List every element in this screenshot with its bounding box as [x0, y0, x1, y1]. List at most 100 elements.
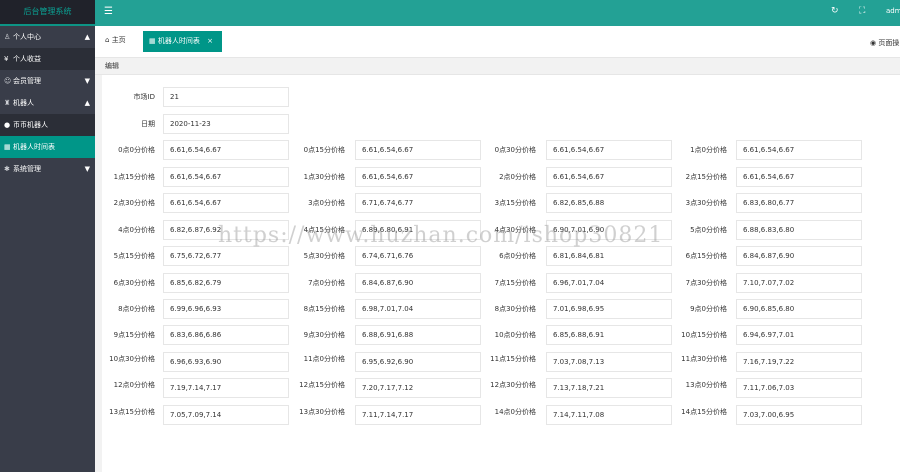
home-icon: ⌂: [105, 36, 110, 44]
price-input[interactable]: 6.90,7.01,6.90: [546, 220, 672, 240]
price-input[interactable]: 6.61,6.54,6.67: [546, 140, 672, 160]
chevron-icon: ▲: [84, 33, 90, 41]
sidebar-item-0-0[interactable]: ¥ 个人收益: [0, 48, 95, 70]
market-id-input[interactable]: 21: [163, 87, 289, 107]
price-input[interactable]: 6.96,7.01,7.04: [546, 273, 672, 293]
tab-label: 机器人时间表: [157, 37, 200, 45]
price-label: 6点0分价格: [499, 252, 536, 260]
menu-toggle-icon[interactable]: ☰: [104, 6, 113, 18]
price-input[interactable]: 6.61,6.54,6.67: [355, 167, 481, 187]
price-input[interactable]: 6.71,6.74,6.77: [355, 193, 481, 213]
price-input[interactable]: 6.61,6.54,6.67: [163, 167, 289, 187]
price-input[interactable]: 6.85,6.82,6.79: [163, 273, 289, 293]
price-input[interactable]: 6.82,6.87,6.92: [163, 220, 289, 240]
price-input[interactable]: 6.61,6.54,6.67: [163, 193, 289, 213]
price-label: 0点0分价格: [118, 146, 155, 154]
page-op-label: 页面操: [878, 39, 900, 47]
close-icon[interactable]: ×: [207, 37, 213, 45]
robot-icon: ♜: [4, 99, 11, 107]
date-input[interactable]: 2020-11-23: [163, 114, 289, 134]
price-label: 11点30分价格: [681, 355, 727, 363]
yen-icon: ¥: [4, 55, 9, 63]
tab-home[interactable]: ⌂ 主页: [105, 35, 126, 45]
price-input[interactable]: 6.90,6.85,6.80: [736, 299, 862, 319]
price-input[interactable]: 6.74,6.71,6.76: [355, 246, 481, 266]
tab-robot-schedule[interactable]: ▦ 机器人时间表 ×: [143, 31, 222, 52]
price-label: 1点0分价格: [690, 146, 727, 154]
market-id-label: 市场ID: [133, 93, 155, 101]
price-input[interactable]: 6.81,6.84,6.81: [546, 246, 672, 266]
fullscreen-icon[interactable]: ⛶: [859, 6, 865, 16]
edit-form: 市场ID 21 日期 2020-11-23 0点0分价格 6.61,6.54,6.…: [102, 75, 900, 472]
tab-home-label: 主页: [111, 36, 126, 44]
price-input[interactable]: 6.82,6.85,6.88: [546, 193, 672, 213]
price-input[interactable]: 6.96,6.93,6.90: [163, 352, 289, 372]
price-input[interactable]: 6.61,6.54,6.67: [546, 167, 672, 187]
price-input[interactable]: 6.88,6.91,6.88: [355, 325, 481, 345]
price-label: 14点15分价格: [681, 408, 727, 416]
price-label: 10点30分价格: [109, 355, 155, 363]
price-label: 0点30分价格: [494, 146, 536, 154]
price-label: 1点15分价格: [113, 173, 155, 181]
price-input[interactable]: 6.89,6.80,6.91: [355, 220, 481, 240]
page-operations-menu[interactable]: ◉ 页面操: [870, 38, 899, 48]
user-icon: ♙: [4, 33, 11, 41]
price-label: 3点0分价格: [308, 199, 345, 207]
price-label: 2点30分价格: [113, 199, 155, 207]
price-input[interactable]: 7.11,7.06,7.03: [736, 378, 862, 398]
price-label: 13点30分价格: [299, 408, 345, 416]
price-input[interactable]: 6.61,6.54,6.67: [736, 140, 862, 160]
top-bar: ☰ ↻ ⛶ admin: [95, 0, 900, 26]
price-input[interactable]: 6.83,6.86,6.86: [163, 325, 289, 345]
table-icon: ▦: [4, 143, 11, 151]
price-input[interactable]: 6.99,6.96,6.93: [163, 299, 289, 319]
price-input[interactable]: 7.03,7.08,7.13: [546, 352, 672, 372]
price-label: 10点15分价格: [681, 331, 727, 339]
price-input[interactable]: 7.10,7.07,7.02: [736, 273, 862, 293]
price-input[interactable]: 7.11,7.14,7.17: [355, 405, 481, 425]
refresh-icon[interactable]: ↻: [831, 6, 839, 16]
price-input[interactable]: 6.94,6.97,7.01: [736, 325, 862, 345]
sidebar-item-2-0[interactable]: ● 币币机器人: [0, 114, 95, 136]
price-input[interactable]: 7.01,6.98,6.95: [546, 299, 672, 319]
sidebar-group-3[interactable]: ✱ 系统管理 ▼: [0, 158, 95, 180]
price-input[interactable]: 6.85,6.88,6.91: [546, 325, 672, 345]
price-input[interactable]: 7.03,7.00,6.95: [736, 405, 862, 425]
price-label: 5点15分价格: [113, 252, 155, 260]
price-label: 7点30分价格: [685, 279, 727, 287]
price-input[interactable]: 7.05,7.09,7.14: [163, 405, 289, 425]
price-input[interactable]: 6.84,6.87,6.90: [736, 246, 862, 266]
tab-bar: ⌂ 主页 ▦ 机器人时间表 × ◉ 页面操: [95, 26, 900, 58]
price-label: 6点30分价格: [113, 279, 155, 287]
sidebar-group-2[interactable]: ♜ 机器人 ▲: [0, 92, 95, 114]
price-input[interactable]: 6.84,6.87,6.90: [355, 273, 481, 293]
price-input[interactable]: 6.61,6.54,6.67: [355, 140, 481, 160]
price-input[interactable]: 6.61,6.54,6.67: [163, 140, 289, 160]
sidebar-group-0[interactable]: ♙ 个人中心 ▲: [0, 26, 95, 48]
price-input[interactable]: 7.14,7.11,7.08: [546, 405, 672, 425]
section-title: 编辑: [95, 58, 900, 75]
price-input[interactable]: 6.98,7.01,7.04: [355, 299, 481, 319]
price-input[interactable]: 6.75,6.72,6.77: [163, 246, 289, 266]
sidebar-item-2-1[interactable]: ▦ 机器人时间表: [0, 136, 95, 158]
price-label: 12点0分价格: [113, 381, 155, 389]
price-input[interactable]: 7.16,7.19,7.22: [736, 352, 862, 372]
price-label: 11点0分价格: [303, 355, 345, 363]
sidebar-item-label: 机器人时间表: [13, 143, 55, 151]
price-input[interactable]: 6.95,6.92,6.90: [355, 352, 481, 372]
price-label: 1点30分价格: [303, 173, 345, 181]
price-label: 5点30分价格: [303, 252, 345, 260]
price-label: 8点0分价格: [118, 305, 155, 313]
price-label: 8点15分价格: [303, 305, 345, 313]
sidebar: 后台管理系统 ♙ 个人中心 ▲ ¥ 个人收益 ☺ 会员管理 ▼ ♜ 机器人 ▲ ● 币币机器人 ▦ 机器人时…: [0, 0, 95, 472]
sidebar-group-1[interactable]: ☺ 会员管理 ▼: [0, 70, 95, 92]
price-input[interactable]: 7.19,7.14,7.17: [163, 378, 289, 398]
user-menu[interactable]: admin: [886, 7, 900, 15]
price-input[interactable]: 7.20,7.17,7.12: [355, 378, 481, 398]
price-input[interactable]: 7.13,7.18,7.21: [546, 378, 672, 398]
price-input[interactable]: 6.83,6.80,6.77: [736, 193, 862, 213]
table-icon: ▦: [149, 37, 156, 45]
price-input[interactable]: 6.61,6.54,6.67: [736, 167, 862, 187]
price-input[interactable]: 6.88,6.83,6.80: [736, 220, 862, 240]
price-label: 4点30分价格: [494, 226, 536, 234]
